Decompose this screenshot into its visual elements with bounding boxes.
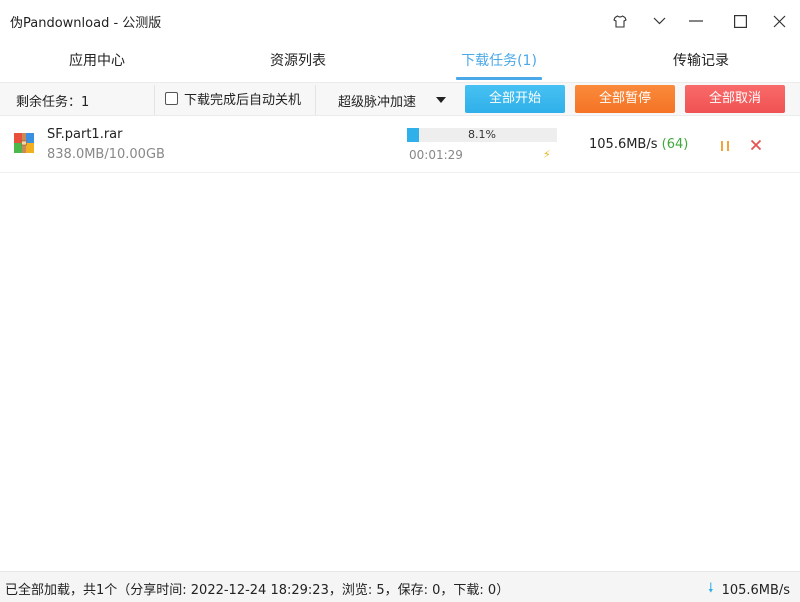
- auto-shutdown-option[interactable]: 下载完成后自动关机: [165, 89, 301, 108]
- accel-mode-value: 超级脉冲加速: [338, 94, 417, 110]
- divider: [154, 85, 155, 115]
- archive-file-icon: [13, 132, 35, 154]
- pause-icon[interactable]: [718, 139, 732, 153]
- download-row[interactable]: SF.part1.rar 838.0MB/10.00GB 8.1% 00:01:…: [0, 117, 800, 173]
- cancel-all-button[interactable]: 全部取消: [685, 85, 785, 113]
- status-text: 已全部加载，共1个（分享时间: 2022-12-24 18:29:23，浏览: …: [5, 583, 510, 598]
- minimize-icon[interactable]: [679, 6, 713, 36]
- elapsed-time: 00:01:29: [409, 148, 463, 162]
- total-speed-value: 105.6MB/s: [721, 582, 791, 598]
- progress-bar: 8.1%: [407, 128, 557, 142]
- remaining-tasks: 剩余任务：1: [16, 95, 90, 110]
- chevron-down-icon[interactable]: [642, 6, 676, 36]
- shirt-icon[interactable]: [603, 6, 637, 36]
- auto-shutdown-checkbox[interactable]: [165, 92, 178, 105]
- status-bar: 已全部加载，共1个（分享时间: 2022-12-24 18:29:23，浏览: …: [0, 571, 800, 602]
- auto-shutdown-label: 下载完成后自动关机: [184, 93, 302, 108]
- tab-download-tasks[interactable]: 下载任务(1): [454, 42, 544, 80]
- download-toolbar: 剩余任务：1 下载完成后自动关机 超级脉冲加速 全部开始 全部暂停 全部取消: [0, 82, 800, 116]
- lightning-icon: ⚡: [543, 148, 551, 161]
- accel-mode-select[interactable]: 超级脉冲加速: [338, 90, 450, 110]
- maximize-icon[interactable]: [723, 6, 757, 36]
- connection-count: (64): [661, 137, 689, 152]
- window-title: 伪Pandownload - 公测版: [10, 16, 162, 31]
- title-bar: 伪Pandownload - 公测版: [0, 0, 800, 42]
- cancel-icon[interactable]: [749, 138, 763, 152]
- main-tabs: 应用中心 资源列表 下载任务(1) 传输记录: [0, 42, 800, 82]
- tab-transfer-records[interactable]: 传输记录: [660, 42, 742, 80]
- download-arrow-icon: 🠗: [708, 581, 714, 596]
- divider: [315, 85, 316, 115]
- download-speed: 105.6MB/s (64): [589, 137, 688, 152]
- active-tab-indicator: [456, 77, 542, 80]
- speed-value: 105.6MB/s: [589, 137, 658, 152]
- tab-app-center[interactable]: 应用中心: [56, 42, 138, 80]
- total-speed: 🠗 105.6MB/s: [708, 579, 790, 601]
- start-all-button[interactable]: 全部开始: [465, 85, 565, 113]
- pause-all-button[interactable]: 全部暂停: [575, 85, 675, 113]
- file-name: SF.part1.rar: [47, 127, 123, 142]
- caret-down-icon: [436, 97, 446, 103]
- tab-resource-list[interactable]: 资源列表: [257, 42, 339, 80]
- file-size: 838.0MB/10.00GB: [47, 147, 165, 162]
- progress-percent: 8.1%: [468, 128, 496, 141]
- close-icon[interactable]: [762, 6, 796, 36]
